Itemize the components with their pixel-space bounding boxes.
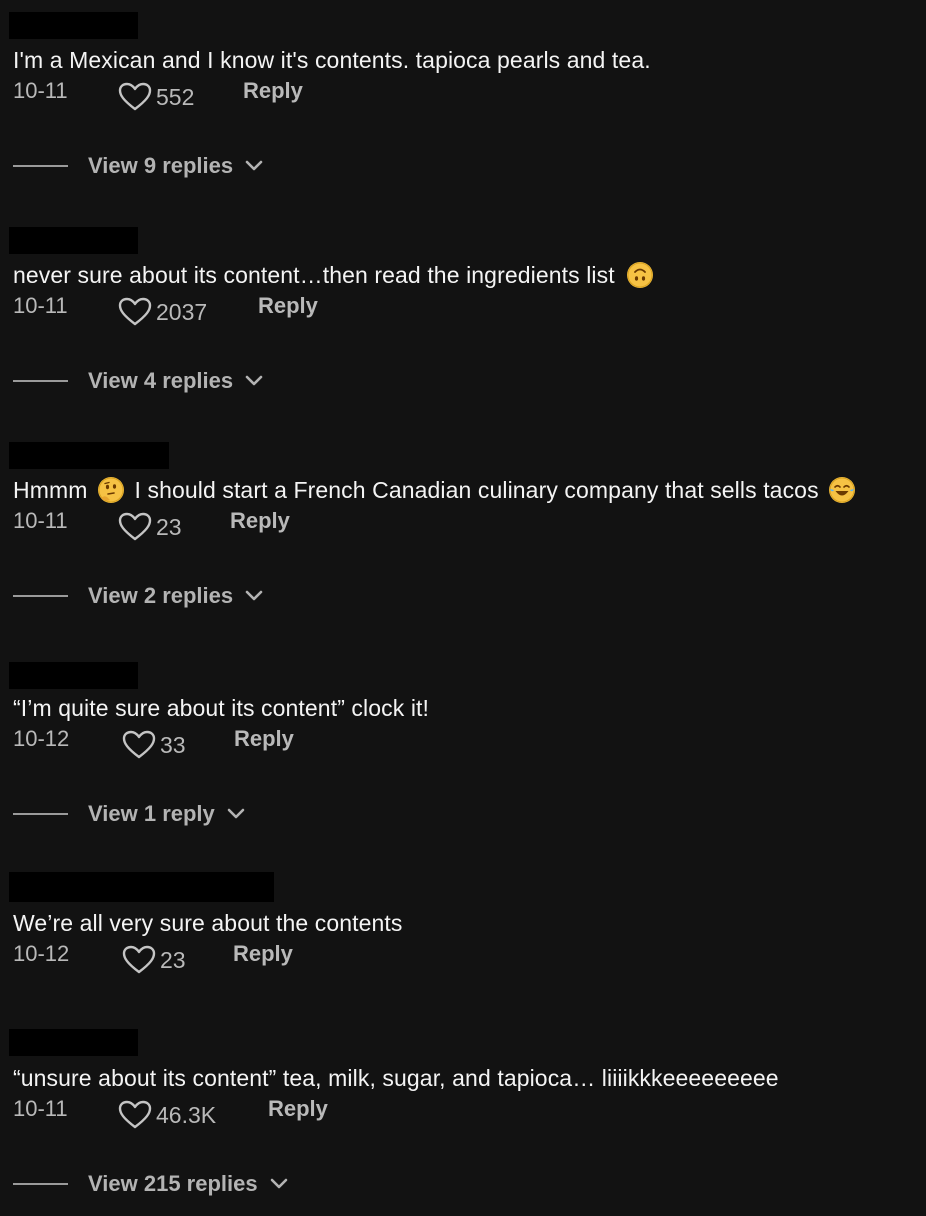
divider-line [13,595,68,597]
chevron-down-icon [227,808,245,819]
thinking-face-icon [98,477,124,503]
like-button[interactable]: 23 [118,512,182,542]
comment-meta: 10-11 2037 Reply [0,293,926,329]
like-button[interactable]: 2037 [118,297,207,327]
comment-date: 10-12 [13,941,70,966]
heart-outline-icon [118,297,152,326]
like-button[interactable]: 46.3K [118,1100,216,1130]
comment-text-part-a: Hmmm [13,477,88,503]
like-count: 33 [160,731,186,758]
comment-date: 10-11 [13,293,68,318]
view-replies-label: View 9 replies [88,153,234,178]
like-count: 23 [156,513,182,540]
comment-date: 10-11 [13,1096,68,1121]
redacted-username [9,442,169,469]
divider-line [13,380,68,382]
redacted-username [9,12,138,39]
view-replies-label: View 2 replies [88,583,234,608]
chevron-down-icon [270,1178,287,1189]
comment-meta: 10-12 23 Reply [0,941,926,977]
chevron-down-icon [245,590,263,601]
like-count: 46.3K [156,1101,217,1128]
redacted-username [9,872,274,902]
like-count: 23 [160,946,186,973]
reply-button[interactable]: Reply [243,78,303,104]
view-replies-button[interactable]: View 2 replies [13,581,263,611]
comment-text: We’re all very sure about the contents [13,910,403,936]
comment-date: 10-11 [13,78,68,103]
like-button[interactable]: 23 [122,945,186,975]
upside-down-face-icon [627,262,654,288]
heart-outline-icon [118,1100,152,1129]
like-button[interactable]: 33 [122,730,186,760]
like-button[interactable]: 552 [118,82,194,112]
comment-meta: 10-11 46.3K Reply [0,1096,926,1132]
comments-screen: { "comments": [ { "text": "I'm a Mexican… [0,0,926,1216]
redacted-username [9,662,138,689]
heart-outline-icon [122,945,156,974]
chevron-down-icon [245,375,263,386]
view-replies-label: View 4 replies [88,368,234,393]
divider-line [13,813,68,815]
heart-outline-icon [118,82,152,111]
reply-button[interactable]: Reply [230,508,290,534]
comment-text: I'm a Mexican and I know it's contents. … [13,47,651,73]
comment-meta: 10-11 23 Reply [0,508,926,544]
view-replies-button[interactable]: View 9 replies [13,151,263,181]
comment-text-part-b: I should start a French Canadian culinar… [134,477,819,503]
comment-text-body: never sure about its content…then read t… [13,262,615,288]
heart-outline-icon [122,730,156,759]
view-replies-label: View 215 replies [88,1171,258,1196]
chevron-down-icon [245,160,263,171]
reply-button[interactable]: Reply [233,941,293,967]
reply-button[interactable]: Reply [258,293,318,319]
view-replies-label: View 1 reply [88,801,215,826]
reply-button[interactable]: Reply [268,1096,328,1122]
view-replies-button[interactable]: View 4 replies [13,366,263,396]
comment-date: 10-11 [13,508,68,533]
comment-date: 10-12 [13,726,70,751]
divider-line [13,1183,68,1185]
redacted-username [9,1029,138,1056]
view-replies-button[interactable]: View 1 reply [13,799,245,829]
comment-text: Hmmm I should start a French Canadian cu… [13,476,856,504]
heart-outline-icon [118,512,152,541]
comment-text: never sure about its content…then read t… [13,261,654,289]
like-count: 552 [156,83,195,110]
tears-of-joy-icon [829,477,856,503]
redacted-username [9,227,138,254]
divider-line [13,165,68,167]
view-replies-button[interactable]: View 215 replies [13,1169,288,1199]
comment-text: “I’m quite sure about its content” clock… [13,695,430,721]
comment-meta: 10-11 552 Reply [0,78,926,114]
like-count: 2037 [156,298,208,325]
comment-text: “unsure about its content” tea, milk, su… [13,1065,779,1091]
reply-button[interactable]: Reply [234,726,294,752]
comment-meta: 10-12 33 Reply [0,726,926,762]
